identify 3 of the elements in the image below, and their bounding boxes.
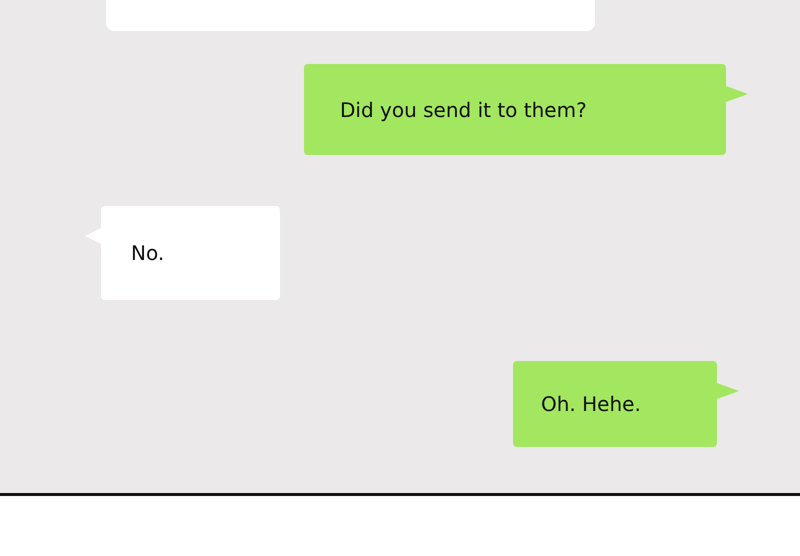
message-text: Did you send it to them? — [340, 98, 587, 122]
message-text: Oh. Hehe. — [541, 392, 641, 416]
message-text: No. — [131, 241, 164, 265]
